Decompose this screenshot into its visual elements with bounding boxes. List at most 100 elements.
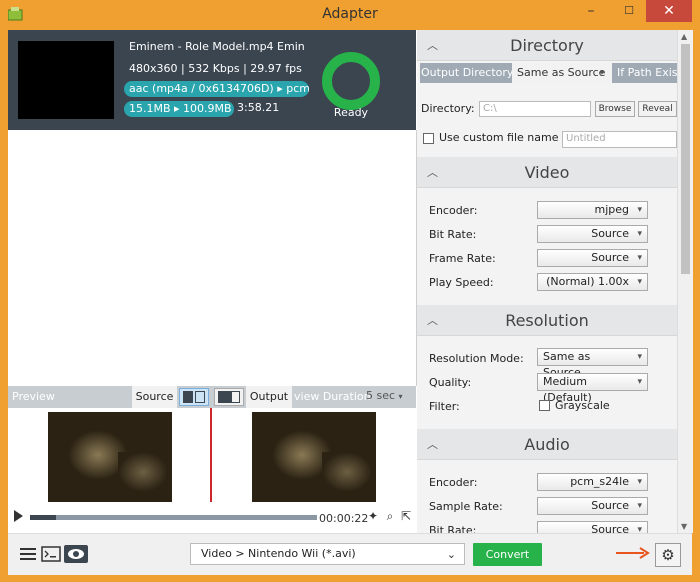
settings-panel: ︿ Directory Output Directory: Same as So… xyxy=(417,30,677,533)
play-speed-label: Play Speed: xyxy=(429,276,494,289)
eye-icon[interactable] xyxy=(64,545,88,563)
preview-duration-select[interactable]: 5 sec ▾ xyxy=(366,389,403,402)
app-window: Adapter – ☐ ✕ Eminem - Role Model.mp4 Em… xyxy=(0,0,700,582)
seek-progress xyxy=(30,515,56,520)
ready-ring-icon xyxy=(322,52,380,110)
directory-input[interactable]: C:\ xyxy=(479,101,591,117)
output-directory-value: Same as Source xyxy=(517,66,606,79)
chevron-down-icon: ▾ xyxy=(637,229,642,239)
file-size-pill: 15.1MB ▸ 100.9MB xyxy=(124,101,234,117)
gear-icon: ⚙ xyxy=(661,546,675,564)
audio-bitrate-select[interactable]: Source ▾ xyxy=(537,521,648,533)
status-label: Ready xyxy=(333,106,369,119)
directory-header[interactable]: ︿ Directory xyxy=(417,30,677,61)
file-list-area xyxy=(8,130,417,386)
settings-scrollbar[interactable]: ▲ ▼ xyxy=(677,30,693,533)
source-preview-frame xyxy=(48,412,172,502)
preview-label: Preview xyxy=(12,390,55,403)
source-label: Source xyxy=(132,386,177,408)
title-bar[interactable]: Adapter – ☐ ✕ xyxy=(0,0,700,30)
frame-rate-select[interactable]: Source ▾ xyxy=(537,249,648,267)
filter-label: Filter: xyxy=(429,400,460,413)
quality-select[interactable]: Medium (Default) ▾ xyxy=(537,373,648,404)
resolution-mode-label: Resolution Mode: xyxy=(429,352,524,365)
sample-rate-select[interactable]: Source ▾ xyxy=(537,497,648,515)
video-encoder-value: mjpeg xyxy=(594,203,629,216)
chevron-down-icon: ▾ xyxy=(398,392,403,401)
quality-label: Quality: xyxy=(429,376,472,389)
audio-encoder-label: Encoder: xyxy=(429,476,478,489)
file-duration: 3:58.21 xyxy=(237,101,280,114)
play-icon[interactable] xyxy=(14,510,23,522)
browse-button[interactable]: Browse xyxy=(595,101,635,117)
output-label: Output xyxy=(246,386,292,408)
convert-button[interactable]: Convert xyxy=(473,543,542,566)
video-encoder-label: Encoder: xyxy=(429,204,478,217)
resolution-title: Resolution xyxy=(505,311,589,330)
chevron-down-icon: ▾ xyxy=(637,205,642,215)
chevron-down-icon: ▾ xyxy=(637,501,642,511)
file-card[interactable]: Eminem - Role Model.mp4 Eminem 480x360 |… xyxy=(8,30,416,130)
close-button[interactable]: ✕ xyxy=(646,0,692,22)
maximize-button[interactable]: ☐ xyxy=(614,0,644,22)
resolution-header[interactable]: ︿ Resolution xyxy=(417,305,677,336)
settings-gear-button[interactable]: ⚙ xyxy=(655,543,681,567)
file-thumbnail xyxy=(18,41,114,119)
video-header[interactable]: ︿ Video xyxy=(417,157,677,188)
if-path-exists-label[interactable]: If Path Exists xyxy=(617,66,677,79)
audio-encoder-value: pcm_s24le xyxy=(570,475,629,488)
custom-name-checkbox[interactable] xyxy=(423,133,434,144)
chevron-down-icon: ▾ xyxy=(600,68,605,77)
audio-encoder-select[interactable]: pcm_s24le ▾ xyxy=(537,473,648,491)
output-directory-label: Output Directory: xyxy=(421,66,517,79)
overlay-view-button[interactable] xyxy=(214,388,244,406)
preview-duration-value: 5 sec xyxy=(366,389,396,402)
scroll-down-icon[interactable]: ▼ xyxy=(681,522,687,531)
client-area: Eminem - Role Model.mp4 Eminem 480x360 |… xyxy=(8,30,693,575)
frame-rate-value: Source xyxy=(591,251,629,264)
minimize-button[interactable]: – xyxy=(576,0,606,22)
grayscale-checkbox[interactable] xyxy=(539,400,550,411)
video-bitrate-select[interactable]: Source ▾ xyxy=(537,225,648,243)
grayscale-label: Grayscale xyxy=(555,399,610,412)
resolution-mode-select[interactable]: Same as Source▾ xyxy=(537,348,648,379)
directory-label: Directory: xyxy=(421,102,475,115)
output-directory-row: Output Directory: Same as Source ▾ If Pat… xyxy=(420,63,677,83)
preview-split-line[interactable] xyxy=(210,408,212,502)
video-title: Video xyxy=(524,163,570,182)
sample-rate-value: Source xyxy=(591,499,629,512)
chevron-down-icon: ▾ xyxy=(637,253,642,263)
output-preview-frame xyxy=(252,412,376,502)
play-speed-value: (Normal) 1.00x xyxy=(546,275,629,288)
chevron-down-icon: ▾ xyxy=(637,277,642,287)
menu-icon[interactable] xyxy=(18,545,38,563)
video-bitrate-value: Source xyxy=(591,227,629,240)
audio-bitrate-label: Bit Rate: xyxy=(429,524,477,533)
custom-name-label: Use custom file name xyxy=(439,131,559,144)
video-encoder-select[interactable]: mjpeg ▾ xyxy=(537,201,648,219)
audio-bitrate-value: Source xyxy=(591,523,629,533)
chevron-down-icon: ⌄ xyxy=(446,548,456,561)
audio-header[interactable]: ︿ Audio xyxy=(417,429,677,460)
split-view-button[interactable] xyxy=(179,388,209,406)
chevron-down-icon: ▾ xyxy=(637,352,642,362)
audio-codec-pill: aac (mp4a / 0x6134706D) ▸ pcms24le xyxy=(124,81,309,97)
zoom-icon[interactable]: ⌕ xyxy=(383,509,397,523)
scroll-up-icon[interactable]: ▲ xyxy=(681,32,687,41)
chevron-down-icon: ▾ xyxy=(637,377,642,387)
preset-select[interactable]: Video > Nintendo Wii (*.avi) ⌄ xyxy=(190,543,465,565)
scroll-thumb[interactable] xyxy=(681,44,690,274)
popout-icon[interactable]: ⇱ xyxy=(399,509,413,523)
seek-bar[interactable] xyxy=(30,515,317,520)
bottom-toolbar: Video > Nintendo Wii (*.avi) ⌄ Convert ⚙ xyxy=(8,533,692,575)
terminal-icon[interactable] xyxy=(41,545,61,563)
snapshot-icon[interactable]: ✦ xyxy=(366,509,380,523)
frame-rate-label: Frame Rate: xyxy=(429,252,496,265)
play-speed-select[interactable]: (Normal) 1.00x ▾ xyxy=(537,273,648,291)
arrow-right-icon xyxy=(616,547,650,559)
reveal-button[interactable]: Reveal xyxy=(638,101,677,117)
directory-title: Directory xyxy=(510,36,584,55)
custom-name-input[interactable]: Untitled xyxy=(562,131,677,148)
video-bitrate-label: Bit Rate: xyxy=(429,228,477,241)
output-directory-select[interactable]: Same as Source ▾ xyxy=(512,63,612,83)
